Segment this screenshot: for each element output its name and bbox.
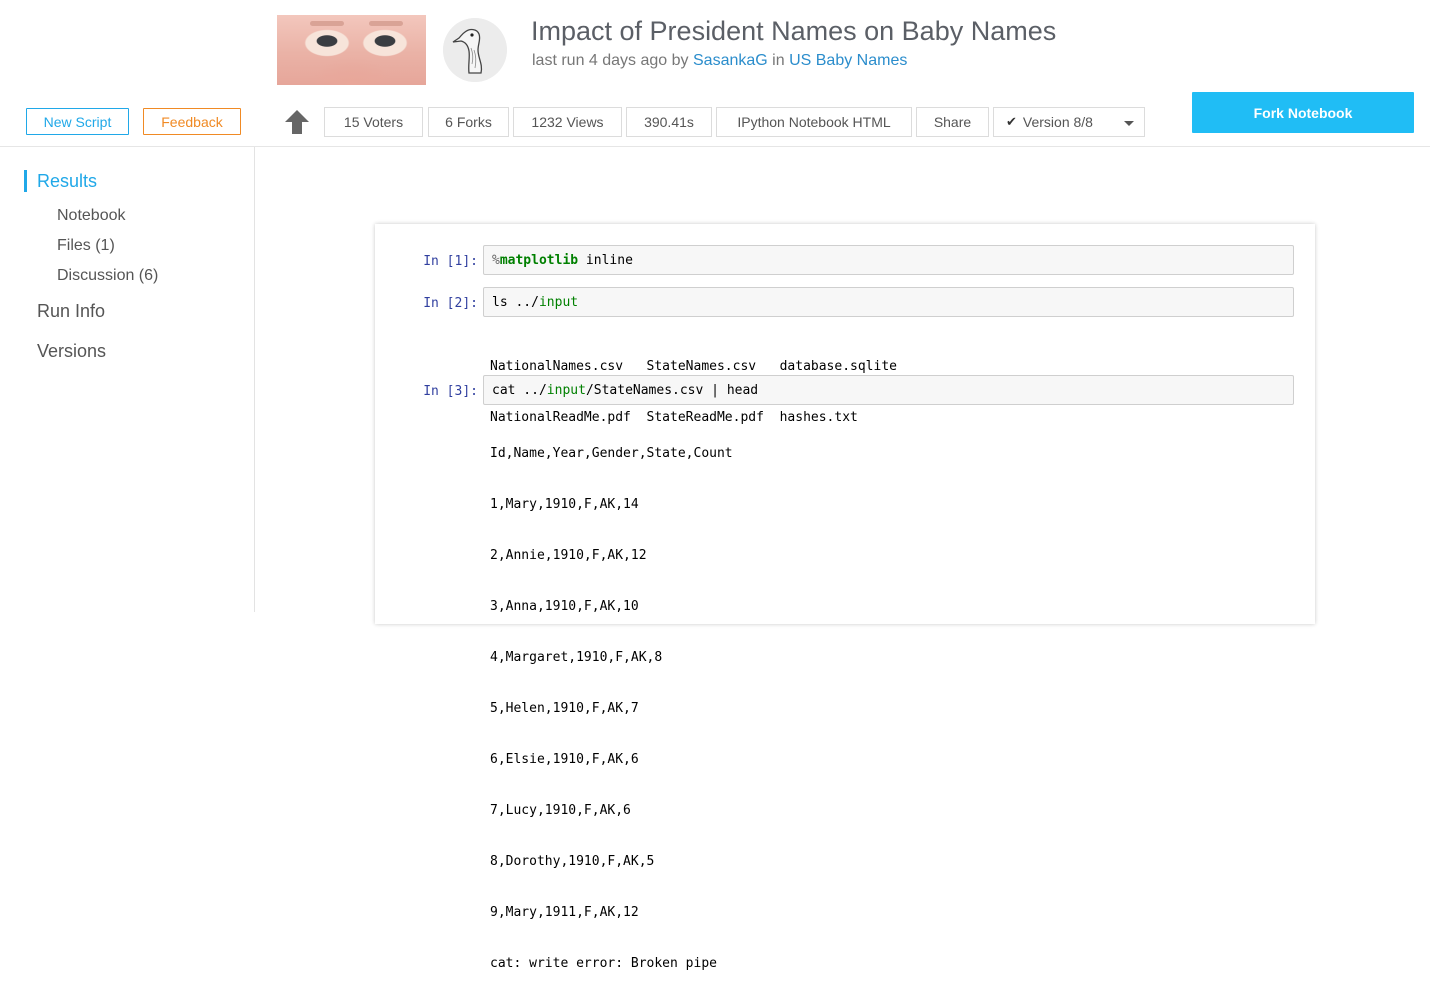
code-text: /StateNames.csv | head <box>585 383 759 398</box>
output-line: Id,Name,Year,Gender,State,Count <box>490 446 733 461</box>
output-line: 7,Lucy,1910,F,AK,6 <box>490 803 631 818</box>
output-line: 5,Helen,1910,F,AK,7 <box>490 701 639 716</box>
code-text: cat ../ <box>492 383 547 398</box>
output-line: cat: write error: Broken pipe <box>490 956 717 971</box>
page-title: Impact of President Names on Baby Names <box>531 16 1057 46</box>
output-line: 2,Annie,1910,F,AK,12 <box>490 548 647 563</box>
views-button[interactable]: 1232 Views <box>513 107 622 137</box>
up-arrow-icon[interactable] <box>283 108 311 136</box>
run-subtitle: last run 4 days ago by SasankaG in US Ba… <box>532 52 907 70</box>
hero-baby-image <box>277 15 426 85</box>
code-text: ls ../ <box>492 295 539 310</box>
cell-prompt: In [2]: <box>423 296 478 311</box>
sidebar-item-discussion[interactable]: Discussion (6) <box>57 267 158 285</box>
sidebar-item-versions[interactable]: Versions <box>37 341 106 362</box>
output-line: 1,Mary,1910,F,AK,14 <box>490 497 639 512</box>
magic-keyword: matplotlib <box>499 253 579 268</box>
sidebar-divider <box>254 147 255 612</box>
code-cell-input[interactable]: cat ../input/StateNames.csv | head <box>483 375 1294 405</box>
version-label: Version 8/8 <box>1022 114 1093 130</box>
dataset-link[interactable]: US Baby Names <box>789 52 907 69</box>
output-line: 3,Anna,1910,F,AK,10 <box>490 599 639 614</box>
magic-prefix: % <box>492 253 500 268</box>
sidebar-item-files[interactable]: Files (1) <box>57 237 115 255</box>
code-cell-input[interactable]: %matplotlib inline <box>483 245 1294 275</box>
output-line: 4,Margaret,1910,F,AK,8 <box>490 650 663 665</box>
header-divider <box>0 146 1430 147</box>
sidebar-item-run-info[interactable]: Run Info <box>37 301 105 322</box>
code-module: input <box>546 383 586 398</box>
format-button[interactable]: IPython Notebook HTML <box>716 107 912 137</box>
subtitle-in: in <box>772 52 785 69</box>
output-line: 6,Elsie,1910,F,AK,6 <box>490 752 639 767</box>
output-line: 8,Dorothy,1910,F,AK,5 <box>490 854 655 869</box>
code-module: input <box>538 295 579 310</box>
sidebar-item-results[interactable]: Results <box>37 171 97 192</box>
sidebar-item-notebook[interactable]: Notebook <box>57 207 126 225</box>
author-link[interactable]: SasankaG <box>693 52 768 69</box>
output-line: NationalNames.csv StateNames.csv databas… <box>490 359 897 374</box>
cell-prompt: In [3]: <box>423 384 478 399</box>
chevron-down-icon <box>1124 121 1134 126</box>
cell-output: Id,Name,Year,Gender,State,Count 1,Mary,1… <box>490 411 733 989</box>
goose-avatar-icon[interactable] <box>443 18 507 82</box>
active-indicator <box>24 170 27 192</box>
runtime-badge: 390.41s <box>626 107 712 137</box>
fork-notebook-button[interactable]: Fork Notebook <box>1192 92 1414 133</box>
version-select[interactable]: ✔ Version 8/8 <box>993 107 1145 137</box>
checkmark-icon: ✔ <box>1006 114 1017 129</box>
voters-button[interactable]: 15 Voters <box>324 107 423 137</box>
feedback-button[interactable]: Feedback <box>143 108 241 135</box>
code-text: inline <box>578 253 633 268</box>
share-button[interactable]: Share <box>916 107 989 137</box>
output-line: 9,Mary,1911,F,AK,12 <box>490 905 639 920</box>
forks-button[interactable]: 6 Forks <box>428 107 509 137</box>
subtitle-prefix: last run 4 days ago by <box>532 52 689 69</box>
new-script-button[interactable]: New Script <box>26 108 129 135</box>
cell-prompt: In [1]: <box>423 254 478 269</box>
code-cell-input[interactable]: ls ../input <box>483 287 1294 317</box>
